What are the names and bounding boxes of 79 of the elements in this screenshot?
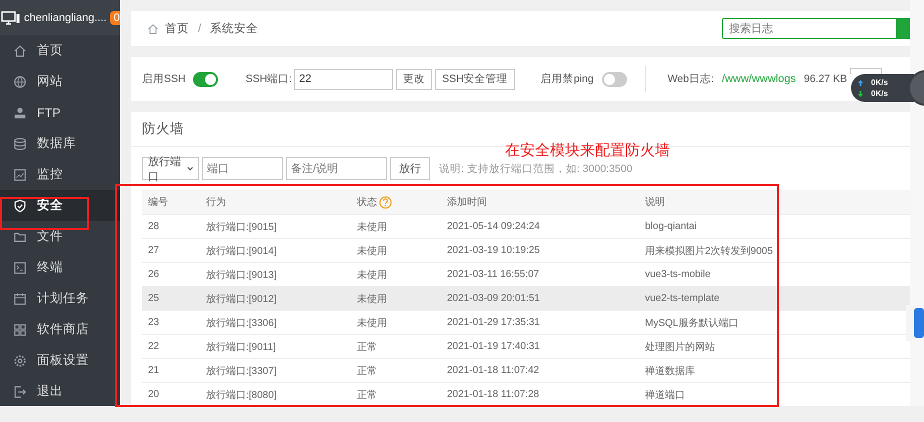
- ping-label: 启用禁ping: [540, 72, 594, 86]
- upload-speed: 0K/s: [871, 78, 888, 87]
- column-header: 编号: [148, 197, 168, 208]
- nav-item[interactable]: 退出: [0, 376, 120, 406]
- table-cell: 2021-01-18 11:07:28: [447, 389, 540, 400]
- nav-item[interactable]: 软件商店: [0, 314, 120, 345]
- table-cell: 正常: [357, 366, 377, 376]
- nav-item[interactable]: 面板设置: [0, 345, 120, 376]
- table-cell: 27: [148, 245, 160, 256]
- nav-item[interactable]: 计划任务: [0, 283, 120, 314]
- weblog-size: 96.27 KB: [804, 73, 848, 85]
- user-name: chenliangliang....: [24, 12, 107, 24]
- nav-item[interactable]: 数据库: [0, 128, 120, 159]
- nav-item[interactable]: 首页: [0, 35, 120, 66]
- table-cell: 放行端口:[9012]: [206, 294, 277, 304]
- port-label: SSH端口:: [246, 72, 292, 86]
- notification-badge: 0: [110, 10, 120, 24]
- search-field[interactable]: 搜索日志: [722, 18, 897, 39]
- table-cell: 用来模拟图片2次转发到9005: [645, 246, 773, 256]
- table-row[interactable]: 25 放行端口:[9012] 未使用 2021-03-09 20:01:51 vue2-ts-template: [142, 286, 910, 310]
- note-field[interactable]: 备注/说明: [286, 157, 387, 180]
- nav-item[interactable]: 终端: [0, 252, 120, 283]
- nav-item[interactable]: 安全: [0, 190, 120, 221]
- table-cell: vue3-ts-mobile: [645, 269, 711, 280]
- download-speed: 0K/s: [871, 89, 888, 98]
- column-header: 说明: [645, 197, 665, 208]
- table-cell: 放行端口:[9011]: [206, 342, 276, 352]
- port-field[interactable]: 端口: [202, 157, 283, 180]
- table-cell: 26: [148, 269, 160, 280]
- table-cell: 23: [148, 317, 160, 328]
- table-cell: 禅道端口: [645, 390, 685, 400]
- weblog-label: Web日志:: [668, 72, 714, 86]
- table-cell: 25: [148, 293, 160, 304]
- allow-button[interactable]: 放行: [390, 157, 430, 180]
- table-cell: 20: [148, 389, 160, 400]
- table-cell: 放行端口:[9013]: [206, 270, 277, 280]
- port-field[interactable]: 22: [294, 68, 394, 90]
- change-button[interactable]: 更改: [396, 68, 432, 90]
- column-header: 行为: [206, 197, 226, 208]
- table-cell: 2021-01-18 11:07:42: [447, 365, 540, 376]
- nav-item[interactable]: 网站: [0, 66, 120, 97]
- table-cell: 未使用: [357, 318, 387, 328]
- table-cell: 未使用: [357, 270, 387, 280]
- column-header: 添加时间: [447, 197, 487, 208]
- ssh-label: 启用SSH: [142, 72, 186, 86]
- table-cell: 放行端口:[8080]: [206, 390, 277, 400]
- table-cell: 22: [148, 341, 160, 352]
- table-cell: 未使用: [357, 222, 387, 232]
- table-cell: vue2-ts-template: [645, 293, 720, 304]
- nav-item[interactable]: FTP: [0, 97, 120, 128]
- table-cell: blog-qiantai: [645, 221, 697, 232]
- table-cell: 2021-03-11 16:55:07: [447, 269, 540, 280]
- table-cell: 未使用: [357, 294, 387, 304]
- hint-text: 说明: 支持放行端口范围，如: 3000:3500: [439, 162, 632, 176]
- breadcrumb-link[interactable]: 首页: [165, 21, 189, 36]
- breadcrumb-separator: /: [198, 22, 202, 34]
- table-cell: 正常: [357, 390, 377, 400]
- table-cell: 处理图片的网站: [645, 342, 715, 352]
- table-cell: 放行端口:[3307]: [206, 366, 277, 376]
- type-dropdown[interactable]: 放行端口: [142, 157, 199, 180]
- table-cell: 正常: [357, 342, 377, 352]
- table-cell: MySQL服务默认端口: [645, 318, 738, 328]
- ssh-manage-button[interactable]: SSH安全管理: [435, 68, 515, 90]
- column-header: 状态: [357, 197, 377, 208]
- table-cell: 未使用: [357, 246, 387, 256]
- table-cell: 2021-03-19 10:19:25: [447, 245, 540, 256]
- table-cell: 放行端口:[3306]: [206, 318, 277, 328]
- table-cell: 2021-05-14 09:24:24: [447, 221, 540, 232]
- nav-item[interactable]: 文件: [0, 221, 120, 252]
- nav-item[interactable]: 监控: [0, 159, 120, 190]
- table-cell: 2021-03-09 20:01:51: [447, 293, 540, 304]
- table-cell: 禅道数据库: [645, 366, 695, 376]
- table-cell: 21: [148, 365, 160, 376]
- breadcrumb-link[interactable]: 系统安全: [210, 21, 258, 36]
- table-cell: 2021-01-29 17:35:31: [447, 317, 540, 328]
- table-cell: 2021-01-19 17:40:31: [447, 341, 540, 352]
- table-cell: 28: [148, 221, 160, 232]
- table-cell: 放行端口:[9015]: [206, 222, 277, 232]
- table-cell: 放行端口:[9014]: [206, 246, 277, 256]
